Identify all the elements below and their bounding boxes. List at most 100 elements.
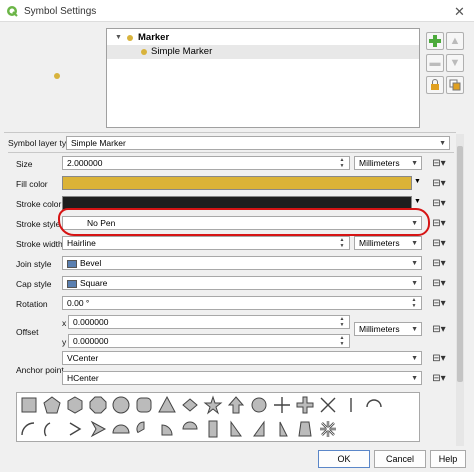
join-style-label: Join style (16, 259, 52, 269)
x-cross-shape-icon[interactable] (318, 395, 338, 415)
octagon-shape-icon[interactable] (88, 395, 108, 415)
ok-button[interactable]: OK (318, 450, 370, 468)
spin-down-icon[interactable]: ▼ (409, 304, 419, 309)
hexagon-shape-icon[interactable] (65, 395, 85, 415)
offset-x-value: 0.000000 (73, 317, 109, 327)
diamond-shape-icon[interactable] (180, 395, 200, 415)
data-defined-icon: ⊟▾ (432, 352, 446, 364)
chevron-down-icon[interactable]: ▼ (115, 31, 122, 45)
rectangle-shape-icon[interactable] (203, 419, 223, 439)
left-half-triangle-shape-icon[interactable] (226, 419, 246, 439)
symbol-layer-tree[interactable]: ▼ Marker Simple Marker (106, 28, 420, 128)
half-circle-shape-icon[interactable] (111, 419, 131, 439)
right-half-triangle-shape-icon[interactable] (249, 419, 269, 439)
decagon-shape-icon[interactable] (111, 395, 131, 415)
offset-x-input[interactable]: 0.000000 ▲ ▼ (68, 315, 350, 329)
anchor-vertical-select[interactable]: VCenter ▼ (62, 351, 422, 365)
data-defined-override-button[interactable]: ⊟▾ (428, 256, 450, 270)
triangle-shape-icon[interactable] (157, 395, 177, 415)
data-defined-override-button[interactable]: ⊟▾ (428, 196, 450, 210)
remove-layer-button[interactable]: ▬ (426, 54, 444, 72)
size-input[interactable]: 2.000000 ▲ ▼ (62, 156, 350, 170)
chevron-down-icon: ▼ (439, 140, 446, 147)
cancel-button[interactable]: Cancel (374, 450, 426, 468)
spin-down-icon[interactable]: ▼ (337, 244, 347, 249)
star-shape-icon[interactable] (203, 395, 223, 415)
add-icon (429, 35, 441, 47)
data-defined-icon: ⊟▾ (432, 277, 446, 289)
spin-down-icon[interactable]: ▼ (337, 342, 347, 347)
chevron-down-icon[interactable]: ▼ (414, 198, 421, 205)
cap-style-label: Cap style (16, 279, 52, 289)
tree-item-simple-marker[interactable]: Simple Marker (107, 45, 419, 59)
cross-shape-icon[interactable] (272, 395, 292, 415)
data-defined-icon: ⊟▾ (432, 197, 446, 209)
offset-x-label: x (62, 318, 67, 328)
semi-circle-shape-icon[interactable] (180, 419, 200, 439)
stroke-width-input[interactable]: Hairline ▲ ▼ (62, 236, 350, 250)
filled-arrowhead-shape-icon[interactable] (88, 419, 108, 439)
data-defined-override-button[interactable]: ⊟▾ (428, 371, 450, 385)
third-arc-shape-icon[interactable] (42, 419, 62, 439)
arrow-up-shape-icon[interactable] (226, 395, 246, 415)
spin-down-icon[interactable]: ▼ (337, 164, 347, 169)
cap-style-select[interactable]: Square ▼ (62, 276, 422, 290)
anchor-horizontal-value: HCenter (67, 373, 99, 383)
offset-unit-select[interactable]: Millimeters ▼ (354, 322, 422, 336)
data-defined-override-button[interactable]: ⊟▾ (428, 296, 450, 310)
stroke-width-unit-value: Millimeters (359, 238, 400, 248)
chevron-down-icon: ▼ (411, 280, 418, 287)
rotation-input[interactable]: 0.00 ° ▲ ▼ (62, 296, 422, 310)
data-defined-override-button[interactable]: ⊟▾ (428, 322, 450, 336)
size-unit-select[interactable]: Millimeters ▼ (354, 156, 422, 170)
close-icon[interactable]: ✕ (454, 4, 465, 20)
arrow-down-icon: ▼ (449, 57, 461, 69)
marker-shape-grid[interactable] (16, 392, 420, 442)
right-arrowhead-shape-icon[interactable] (65, 419, 85, 439)
half-arc-shape-icon[interactable] (364, 395, 384, 415)
offset-label: Offset (16, 327, 39, 337)
marker-dot-icon (141, 49, 147, 55)
data-defined-override-button[interactable]: ⊟▾ (428, 156, 450, 170)
trapezoid-shape-icon[interactable] (295, 419, 315, 439)
anchor-horizontal-select[interactable]: HCenter ▼ (62, 371, 422, 385)
data-defined-override-button[interactable]: ⊟▾ (428, 216, 450, 230)
line-shape-icon[interactable] (341, 395, 361, 415)
scrollbar-thumb[interactable] (457, 146, 463, 382)
move-down-button[interactable]: ▼ (446, 54, 464, 72)
size-label: Size (16, 159, 33, 169)
lock-layer-button[interactable] (426, 76, 444, 94)
square-shape-icon[interactable] (19, 395, 39, 415)
square-cap-icon (67, 279, 77, 288)
quarter-arc-shape-icon[interactable] (19, 419, 39, 439)
chevron-down-icon: ▼ (411, 375, 418, 382)
spin-down-icon[interactable]: ▼ (337, 323, 347, 328)
stroke-width-value: Hairline (67, 238, 96, 248)
data-defined-icon: ⊟▾ (432, 157, 446, 169)
data-defined-override-button[interactable]: ⊟▾ (428, 276, 450, 290)
data-defined-override-button[interactable]: ⊟▾ (428, 351, 450, 365)
third-circle-shape-icon[interactable] (134, 419, 154, 439)
cross-fill-shape-icon[interactable] (295, 395, 315, 415)
circle-shape-icon[interactable] (249, 395, 269, 415)
fill-color-swatch[interactable] (62, 176, 412, 190)
rounded-square-shape-icon[interactable] (134, 395, 154, 415)
pentagon-shape-icon[interactable] (42, 395, 62, 415)
tree-item-marker[interactable]: ▼ Marker (107, 31, 419, 45)
tall-triangle-shape-icon[interactable] (272, 419, 292, 439)
join-style-select[interactable]: Bevel ▼ (62, 256, 422, 270)
data-defined-override-button[interactable]: ⊟▾ (428, 176, 450, 190)
stroke-width-unit-select[interactable]: Millimeters ▼ (354, 236, 422, 250)
chevron-down-icon[interactable]: ▼ (414, 178, 421, 185)
move-up-button[interactable]: ▲ (446, 32, 464, 50)
symbol-layer-type-select[interactable]: Simple Marker ▼ (66, 136, 450, 150)
join-style-value: Bevel (80, 258, 102, 268)
quarter-circle-shape-icon[interactable] (157, 419, 177, 439)
data-defined-override-button[interactable]: ⊟▾ (428, 236, 450, 250)
asterisk-fill-shape-icon[interactable] (318, 419, 338, 439)
red-highlight-annotation (58, 208, 430, 236)
add-layer-button[interactable] (426, 32, 444, 50)
duplicate-layer-button[interactable] (446, 76, 464, 94)
help-button[interactable]: Help (430, 450, 466, 468)
offset-y-input[interactable]: 0.000000 ▲ ▼ (68, 334, 350, 348)
